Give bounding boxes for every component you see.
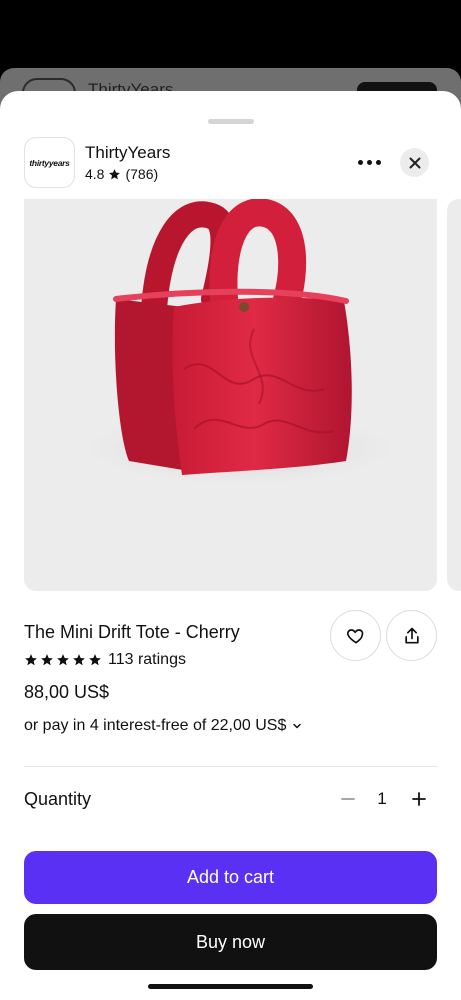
home-indicator[interactable] [148, 984, 313, 989]
shop-header: thirtyyears ThirtyYears 4.8 (786) [24, 137, 437, 189]
add-to-cart-button[interactable]: Add to cart [24, 851, 437, 904]
star-icon [25, 654, 37, 666]
star-icon [73, 654, 85, 666]
product-price: 88,00 US$ [24, 682, 110, 702]
shop-rating: 4.8 (786) [85, 166, 158, 182]
more-icon[interactable] [354, 149, 384, 175]
divider [24, 766, 437, 767]
share-icon [404, 627, 419, 643]
minus-icon [341, 798, 355, 800]
favorite-button[interactable] [330, 610, 381, 661]
installments-text: or pay in 4 interest-free of 22,00 US$ [24, 717, 287, 734]
plus-icon [412, 792, 426, 806]
quantity-label: Quantity [24, 789, 92, 809]
product-image[interactable] [24, 199, 437, 591]
installments-info[interactable]: or pay in 4 interest-free of 22,00 US$ [24, 717, 302, 735]
quantity-increase-button[interactable] [408, 788, 430, 810]
product-ratings[interactable]: 113 ratings [24, 651, 186, 669]
sheet-grabber[interactable] [208, 119, 254, 124]
star-icon [57, 654, 69, 666]
star-rating [24, 653, 102, 667]
heart-icon [346, 628, 363, 643]
quantity-value: 1 [377, 789, 387, 808]
product-sheet: thirtyyears ThirtyYears 4.8 (786) The Mi… [0, 91, 461, 1000]
shop-rating-value: 4.8 [85, 166, 105, 182]
shop-logo-text: thirtyyears [29, 157, 70, 168]
star-icon [41, 654, 53, 666]
shop-name[interactable]: ThirtyYears [85, 143, 170, 163]
star-icon [89, 654, 101, 666]
shop-logo[interactable]: thirtyyears [24, 137, 75, 188]
ratings-count: 113 ratings [108, 651, 186, 668]
close-button[interactable] [400, 148, 429, 177]
quantity-decrease-button[interactable] [338, 788, 358, 810]
buy-now-button[interactable]: Buy now [24, 914, 437, 970]
star-icon [109, 168, 121, 179]
share-button[interactable] [386, 610, 437, 661]
close-icon [409, 157, 420, 168]
product-title: The Mini Drift Tote - Cherry [24, 622, 240, 642]
tote-bag-image [69, 199, 409, 489]
next-product-image[interactable] [447, 199, 461, 591]
shop-review-count: (786) [125, 166, 159, 182]
chevron-down-icon [293, 723, 302, 729]
